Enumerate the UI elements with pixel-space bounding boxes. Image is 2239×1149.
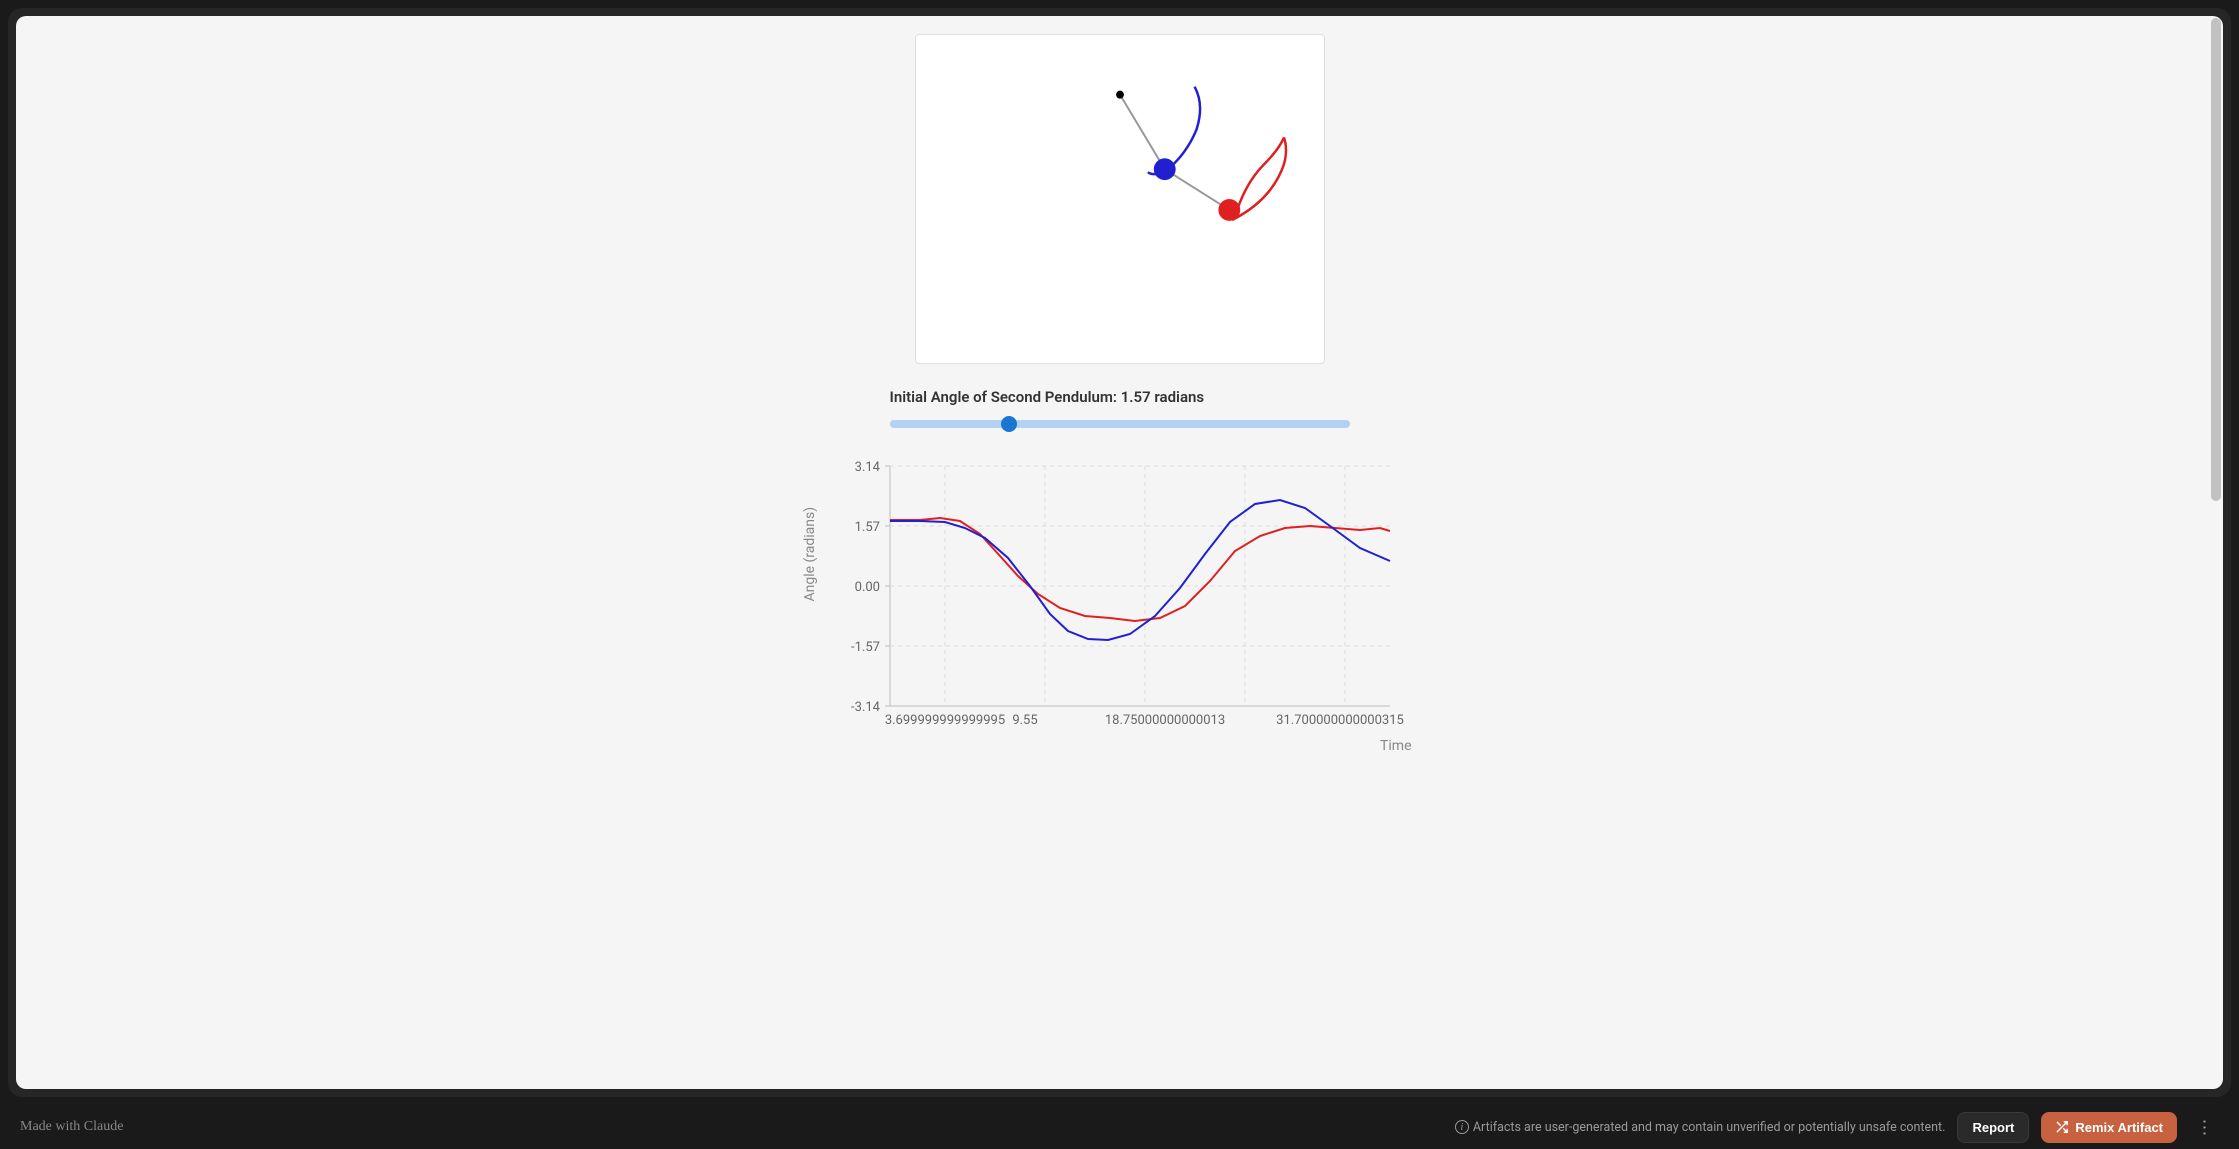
- slider-label-prefix: Initial Angle of Second Pendulum:: [890, 388, 1121, 406]
- made-with-claude: Made with Claude: [20, 1119, 123, 1135]
- y-tick-3: -1.57: [851, 640, 880, 655]
- slider-label: Initial Angle of Second Pendulum: 1.57 r…: [890, 388, 1350, 406]
- rod2: [1164, 169, 1229, 210]
- pivot-point: [1116, 91, 1124, 99]
- scrollbar[interactable]: [2211, 18, 2221, 501]
- pendulum-svg: [916, 35, 1324, 363]
- y-tick-4: -3.14: [851, 700, 881, 715]
- slider-value-display: 1.57 radians: [1121, 388, 1204, 406]
- x-tick-2: 18.75000000000013: [1104, 713, 1224, 728]
- shuffle-icon: [2055, 1120, 2069, 1134]
- bob2: [1218, 199, 1240, 221]
- rod1: [1120, 95, 1165, 170]
- x-tick-1: 9.55: [1012, 713, 1037, 728]
- report-button[interactable]: Report: [1957, 1112, 2029, 1143]
- series-bob2: [890, 518, 1390, 621]
- more-menu-button[interactable]: ⋯: [2190, 1112, 2219, 1142]
- angle-chart: Angle (radians) Time: [820, 456, 1420, 750]
- info-icon: i: [1455, 1120, 1469, 1134]
- disclaimer-text: i Artifacts are user-generated and may c…: [1455, 1120, 1946, 1135]
- y-axis-label: Angle (radians): [802, 507, 818, 602]
- x-axis-label: Time: [1380, 738, 1411, 754]
- x-tick-0: 3.699999999999995: [884, 713, 1004, 728]
- footer-bar: Made with Claude i Artifacts are user-ge…: [0, 1105, 2239, 1149]
- angle-slider-section: Initial Angle of Second Pendulum: 1.57 r…: [890, 388, 1350, 432]
- series-bob1: [890, 500, 1390, 640]
- angle-slider[interactable]: [890, 416, 1350, 432]
- artifact-viewport: Initial Angle of Second Pendulum: 1.57 r…: [16, 16, 2223, 1089]
- chart-svg: 3.14 1.57 0.00 -1.57 -3.14 3.69999999999…: [820, 456, 1420, 746]
- y-tick-1: 1.57: [854, 520, 879, 535]
- bob1: [1153, 158, 1175, 180]
- y-tick-0: 3.14: [854, 460, 880, 475]
- remix-artifact-button[interactable]: Remix Artifact: [2041, 1112, 2177, 1143]
- bob1-trail: [1147, 87, 1199, 174]
- slider-thumb[interactable]: [1001, 416, 1017, 432]
- y-tick-2: 0.00: [854, 580, 879, 595]
- pendulum-canvas: [915, 34, 1325, 364]
- x-tick-3: 31.700000000000315: [1276, 713, 1404, 728]
- slider-fill: [890, 420, 1010, 428]
